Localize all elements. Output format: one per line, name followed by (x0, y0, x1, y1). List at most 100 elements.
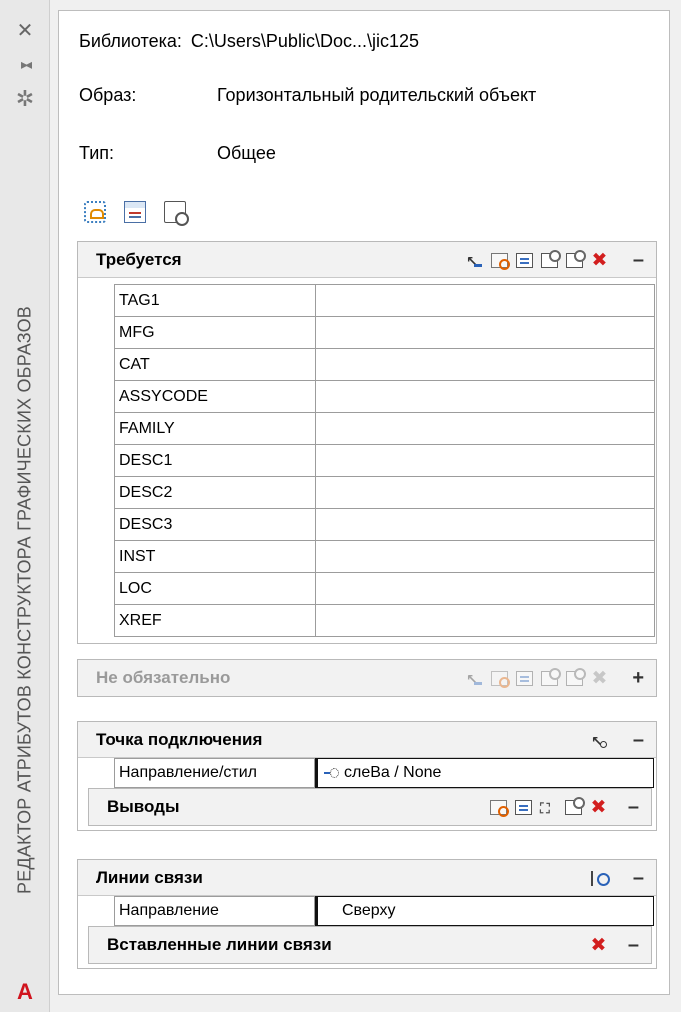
find-attribute-icon[interactable] (491, 252, 510, 270)
find-pin-icon[interactable] (490, 799, 509, 817)
collapse-toggle[interactable]: – (628, 927, 639, 963)
attribute-name: TAG1 (114, 284, 316, 317)
delete-icon[interactable] (590, 800, 607, 815)
table-row[interactable]: DESC3 (114, 508, 655, 541)
attribute-settings-icon[interactable] (566, 249, 586, 268)
pin-icon[interactable]: ▸◂ (0, 56, 50, 73)
attribute-properties-icon (541, 667, 561, 686)
insert-pin-icon[interactable] (515, 799, 532, 815)
attribute-value[interactable] (315, 508, 655, 541)
convert-attributes-icon[interactable] (164, 201, 189, 226)
table-row[interactable]: ASSYCODE (114, 380, 655, 413)
optional-group: Не обязательно + (77, 659, 657, 697)
delete-icon (591, 671, 608, 686)
inserted-wires-title: Вставленные линии связи (107, 935, 332, 954)
collapse-toggle[interactable]: – (628, 789, 639, 825)
attribute-settings-icon (566, 667, 586, 686)
delete-icon[interactable] (591, 253, 608, 268)
pins-subgroup: Выводы – (88, 788, 652, 826)
table-row[interactable]: FAMILY (114, 412, 655, 445)
attribute-value[interactable] (315, 284, 655, 317)
direction-style-row[interactable]: Направление/стил слеВа / None (78, 758, 656, 788)
attribute-name: XREF (114, 604, 316, 637)
delete-icon[interactable] (590, 938, 607, 953)
table-row[interactable]: DESC2 (114, 476, 655, 509)
attribute-value[interactable] (315, 412, 655, 445)
optional-title: Не обязательно (96, 668, 231, 687)
palette-title: РЕДАКТОР АТРИБУТОВ КОНСТРУКТОРА ГРАФИЧЕС… (14, 306, 35, 894)
attribute-value[interactable] (315, 476, 655, 509)
attribute-name: ASSYCODE (114, 380, 316, 413)
attribute-name: LOC (114, 572, 316, 605)
connection-title: Точка подключения (96, 730, 263, 749)
table-row[interactable]: TAG1 (114, 284, 655, 317)
toolbar (84, 201, 189, 226)
attribute-value[interactable] (315, 572, 655, 605)
direction-left-icon (324, 767, 339, 778)
collapse-toggle[interactable]: – (633, 242, 644, 278)
attribute-value[interactable] (315, 540, 655, 573)
pins-header[interactable]: Выводы – (89, 789, 651, 826)
required-attributes-table: TAG1 MFG CAT ASSYCODE FAMILY DESC1 DESC2… (114, 284, 655, 637)
wire-direction-value[interactable]: Сверху (315, 896, 654, 926)
inserted-wires-header[interactable]: Вставленные линии связи – (89, 927, 651, 963)
close-icon[interactable]: ✕ (0, 18, 50, 43)
wires-group: Линии связи – Направление Сверху Вставле… (77, 859, 657, 969)
insert-attribute-icon[interactable] (516, 252, 533, 268)
required-title: Требуется (96, 250, 182, 269)
select-attribute-icon (466, 661, 483, 697)
attribute-value[interactable] (315, 604, 655, 637)
library-row: Библиотека: C:\Users\Public\Doc...\jic12… (79, 31, 419, 52)
attribute-value[interactable] (315, 348, 655, 381)
attribute-value[interactable] (315, 316, 655, 349)
pins-title: Выводы (107, 797, 180, 816)
pins-icon[interactable] (540, 790, 557, 826)
attribute-value[interactable] (315, 444, 655, 477)
collapse-toggle[interactable]: – (633, 722, 644, 758)
table-row[interactable]: CAT (114, 348, 655, 381)
library-path: C:\Users\Public\Doc...\jic125 (190, 31, 419, 51)
attribute-editor-panel: Библиотека: C:\Users\Public\Doc...\jic12… (58, 10, 670, 995)
connection-header[interactable]: Точка подключения – (78, 722, 656, 759)
attribute-value[interactable] (315, 380, 655, 413)
attribute-template-icon[interactable] (124, 201, 146, 223)
wires-header[interactable]: Линии связи – (78, 860, 656, 896)
palette-title-strip: ✕ ▸◂ ✲ РЕДАКТОР АТРИБУТОВ КОНСТРУКТОРА Г… (0, 0, 50, 1012)
type-value: Общее (217, 143, 276, 163)
library-label: Библиотека: (79, 31, 182, 51)
required-group: Требуется – TAG1 MFG CAT ASSYCODE FAMILY (77, 241, 657, 644)
pin-properties-icon[interactable] (565, 796, 585, 815)
wire-direction-row[interactable]: Направление Сверху (78, 896, 656, 926)
required-header[interactable]: Требуется – (78, 242, 656, 279)
insert-attribute-icon (516, 670, 533, 686)
type-row: Тип: Общее (79, 143, 276, 164)
table-row[interactable]: XREF (114, 604, 655, 637)
direction-style-label: Направление/стил (114, 758, 315, 788)
gear-icon[interactable]: ✲ (0, 86, 50, 112)
select-attribute-icon[interactable] (466, 243, 483, 279)
table-row[interactable]: MFG (114, 316, 655, 349)
image-row: Образ: Горизонтальный родительский объек… (79, 85, 536, 106)
attribute-name: DESC3 (114, 508, 316, 541)
attribute-name: INST (114, 540, 316, 573)
table-row[interactable]: INST (114, 540, 655, 573)
select-footprint-icon[interactable] (84, 201, 106, 223)
attribute-name: CAT (114, 348, 316, 381)
collapse-toggle[interactable]: – (633, 860, 644, 896)
table-row[interactable]: DESC1 (114, 444, 655, 477)
table-row[interactable]: LOC (114, 572, 655, 605)
type-label: Тип: (79, 143, 115, 163)
expand-toggle[interactable]: + (632, 660, 644, 696)
inserted-wires-subgroup: Вставленные линии связи – (88, 926, 652, 964)
direction-style-text: слеВа / None (344, 764, 442, 781)
image-value: Горизонтальный родительский объект (217, 85, 537, 105)
add-connection-icon[interactable] (591, 723, 608, 759)
optional-header[interactable]: Не обязательно + (78, 660, 656, 697)
direction-style-value[interactable]: слеВа / None (315, 758, 654, 788)
wire-direction-label: Направление (114, 896, 315, 926)
wire-link-icon[interactable] (591, 870, 610, 886)
wires-title: Линии связи (96, 868, 203, 887)
attribute-properties-icon[interactable] (541, 249, 561, 268)
attribute-name: FAMILY (114, 412, 316, 445)
attribute-name: DESC1 (114, 444, 316, 477)
